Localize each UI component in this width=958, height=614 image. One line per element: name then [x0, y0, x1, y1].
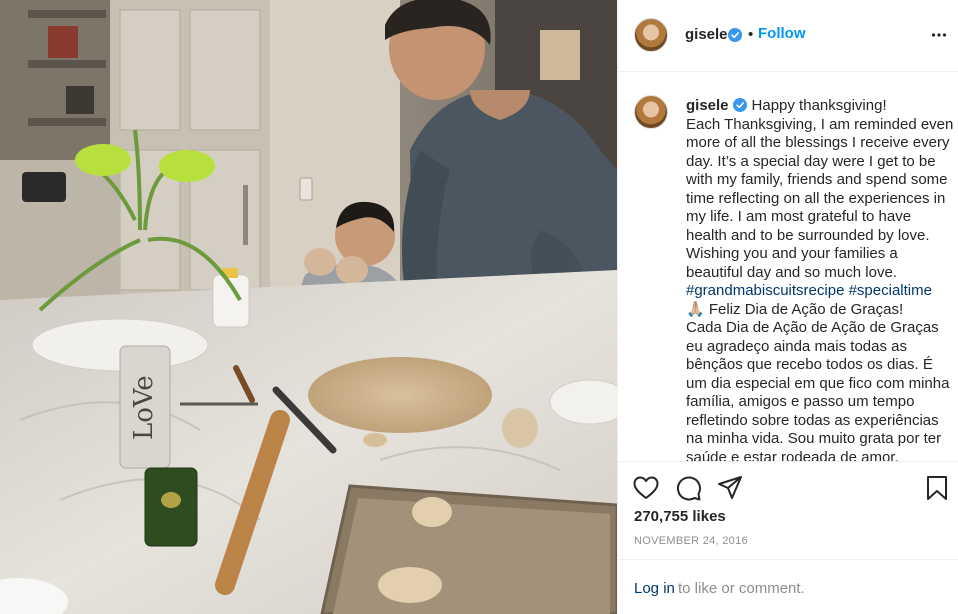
caption-line: beautiful day and so much love. [686, 263, 897, 281]
caption-line: Wishing you and your families a [686, 245, 898, 262]
comment-bubble-icon[interactable] [674, 474, 702, 502]
post-actions: 270,755 likes NOVEMBER 24, 2016 [618, 461, 958, 559]
paper-plane-icon[interactable] [716, 474, 744, 502]
heart-icon[interactable] [632, 474, 660, 502]
login-prompt-text: to like or comment. [678, 580, 805, 597]
more-options-icon[interactable] [931, 27, 947, 43]
caption-line-pt-first: 🙏🏼 Feliz Dia de Ação de Graças! [686, 301, 952, 320]
svg-text:LoVe: LoVe [129, 375, 159, 440]
caption-line: Feliz Dia de Ação de Graças! [708, 300, 904, 318]
caption-line: bênçãos que recebo todos os dias. É [686, 356, 933, 373]
caption-line: Cada Dia de Ação de Ação de Graças [686, 319, 939, 336]
caption-line: more of all the blessings I receive ever… [686, 134, 950, 151]
post-header: gisele • Follow [618, 0, 958, 72]
caption-username[interactable]: gisele [686, 97, 729, 114]
caption-line: na minha vida. Sou muito grata por ter [686, 430, 942, 447]
hashtag-link[interactable]: #specialtime [849, 282, 932, 299]
verified-badge-icon [732, 98, 747, 112]
hashtag-line: #grandmabiscuitsrecipe #specialtime [686, 282, 952, 301]
post-photo[interactable]: LoVe [0, 0, 617, 614]
login-prompt: Log in to like or comment. [618, 559, 958, 614]
follow-button[interactable]: Follow [758, 25, 806, 42]
caption-line: with my family, friends and spend some [686, 171, 948, 188]
verified-badge-icon [728, 28, 742, 42]
comments-section[interactable]: gisele Happy thanksgiving! Each Thanksgiv… [618, 73, 958, 461]
bookmark-icon[interactable] [923, 474, 951, 502]
caption-line: day. It’s a special day were I get to be [686, 152, 936, 170]
instagram-post: LoVe gisele • Follow gisele Happy thanks… [0, 0, 958, 614]
post-side-panel: gisele • Follow gisele Happy thanksgiving… [617, 0, 958, 614]
caption-line: refletindo sobre todas as experiências [686, 411, 939, 429]
avatar[interactable] [634, 18, 668, 52]
caption-line: Happy thanksgiving! [751, 97, 887, 114]
post-date[interactable]: NOVEMBER 24, 2016 [634, 535, 748, 547]
caption-line: um dia especial em que fico com minha [686, 374, 950, 392]
hashtag-link[interactable]: #grandmabiscuitsrecipe [686, 282, 844, 299]
post-caption: gisele Happy thanksgiving! Each Thanksgiv… [686, 97, 954, 462]
caption-line: eu agradeço ainda mais todas as [686, 337, 907, 355]
caption-avatar[interactable] [634, 95, 668, 129]
caption-line: saúde e estar rodeada de amor. [686, 448, 899, 462]
log-in-link[interactable]: Log in [634, 580, 675, 597]
post-photo-illustration: LoVe [0, 0, 617, 614]
header-username[interactable]: gisele [685, 26, 728, 43]
like-count[interactable]: 270,755 likes [634, 508, 726, 525]
caption-line: time reflecting on all the experiences i… [686, 189, 946, 207]
separator-dot: • [748, 26, 754, 43]
folded-hands-emoji: 🙏🏼 [686, 300, 705, 318]
caption-first-line: gisele Happy thanksgiving! [686, 97, 952, 116]
caption-line: família, amigos e passo um tempo [686, 393, 915, 410]
caption-line: my life. I am most grateful to have [686, 208, 912, 225]
caption-line: health and to be surrounded by love. [686, 226, 930, 244]
caption-line: Each Thanksgiving, I am reminded even [686, 115, 954, 133]
